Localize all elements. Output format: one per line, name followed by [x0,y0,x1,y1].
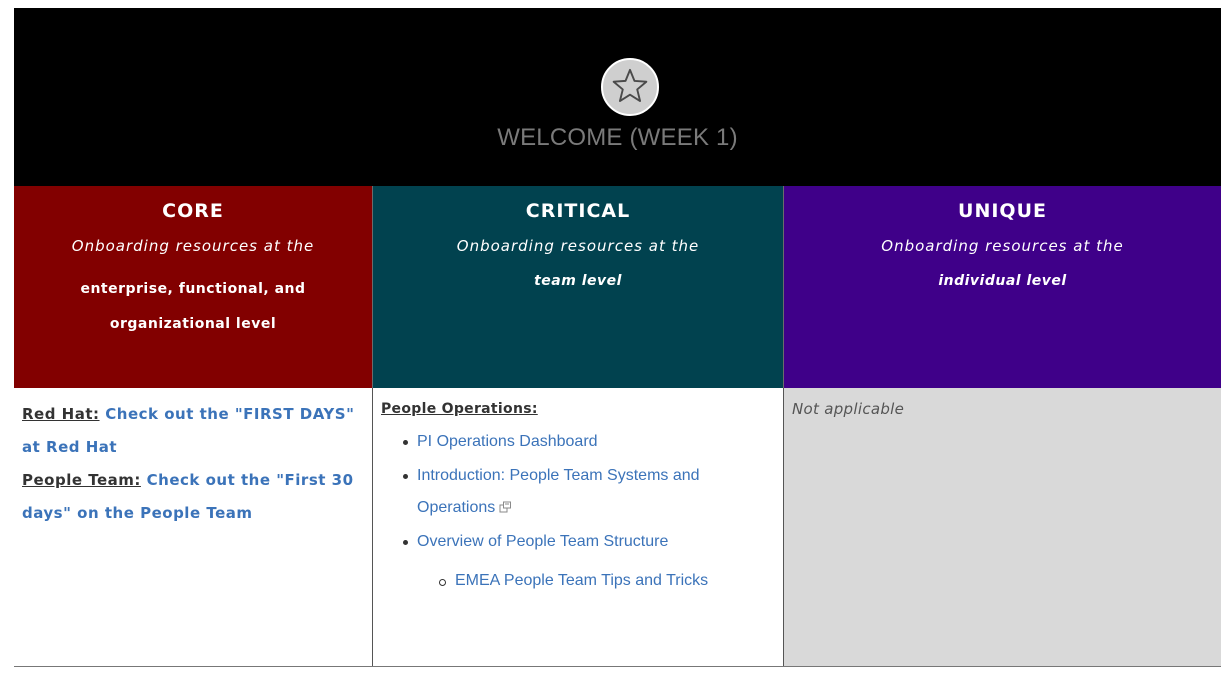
column-header-critical: CRITICAL Onboarding resources at the tea… [372,186,784,388]
critical-resources-cell: People Operations: PI Operations Dashboa… [372,388,784,667]
list-item: PI Operations Dashboard [403,424,775,460]
core-resource-item: People Team: Check out the "First 30 day… [22,464,364,530]
column-title: CRITICAL [525,200,631,222]
people-operations-list: PI Operations Dashboard Introduction: Pe… [381,424,775,602]
unique-resources-cell: Not applicable [784,388,1221,667]
column-emphasis-line: organizational level [109,316,277,332]
section-label: People Operations: [381,401,538,417]
resource-label: People Team: [22,471,141,489]
column-emphasis: team level [534,273,622,289]
resource-label: Red Hat: [22,405,100,423]
table-bottom-border [14,666,1221,667]
core-resources-cell: Red Hat: Check out the "FIRST DAYS" at R… [14,388,372,667]
list-item: Overview of People Team Structure EMEA P… [403,524,775,602]
column-emphasis: individual level [938,273,1067,289]
core-resource-item: Red Hat: Check out the "FIRST DAYS" at R… [22,398,364,464]
not-applicable-text: Not applicable [792,400,905,418]
sub-list-item: EMEA People Team Tips and Tricks [439,560,775,602]
column-header-core: CORE Onboarding resources at the enterpr… [14,186,372,388]
banner-title: WELCOME (WEEK 1) [497,124,738,151]
column-header-unique: UNIQUE Onboarding resources at the indiv… [784,186,1221,388]
star-icon [601,58,659,116]
pi-operations-dashboard-link[interactable]: PI Operations Dashboard [417,433,598,450]
column-title: CORE [162,200,224,222]
people-team-systems-link[interactable]: Introduction: People Team Systems and Op… [417,467,700,516]
onboarding-table: WELCOME (WEEK 1) CORE Onboarding resourc… [0,0,1230,676]
emea-tips-link[interactable]: EMEA People Team Tips and Tricks [455,572,708,589]
column-subtitle: Onboarding resources at the [456,237,700,255]
column-subtitle: Onboarding resources at the [881,237,1124,255]
external-link-icon [499,501,512,513]
column-emphasis-line: enterprise, functional, and [80,281,306,297]
column-subtitle: Onboarding resources at the [71,237,315,255]
column-title: UNIQUE [958,200,1047,222]
welcome-banner: WELCOME (WEEK 1) [14,8,1221,186]
column-emphasis: enterprise, functional, and organization… [14,272,372,342]
sub-list: EMEA People Team Tips and Tricks [417,560,775,602]
list-item: Introduction: People Team Systems and Op… [403,460,775,524]
people-team-structure-link[interactable]: Overview of People Team Structure [417,533,668,550]
